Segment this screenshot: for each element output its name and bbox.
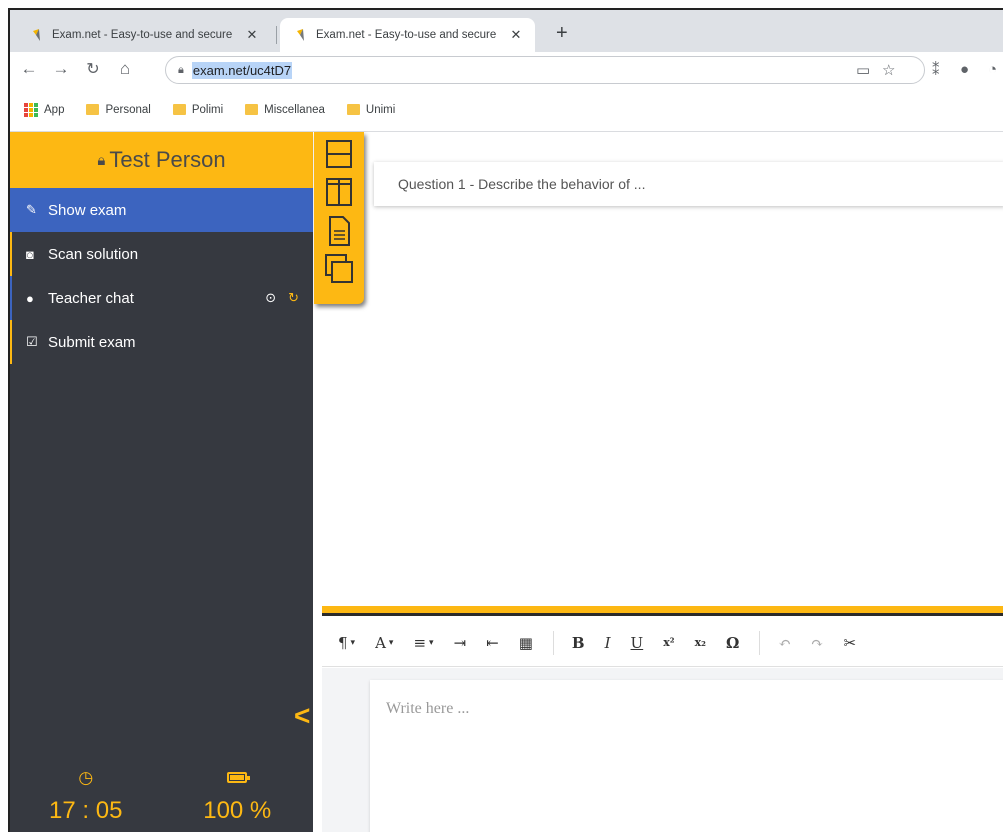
user-name: Test Person <box>109 147 226 172</box>
back-icon[interactable]: ← <box>18 59 40 79</box>
bookmark-unimi[interactable]: Unimi <box>339 104 395 116</box>
cut-icon[interactable]: ✂ <box>843 634 856 652</box>
refresh-icon[interactable]: ↻ <box>288 290 299 306</box>
align-icon[interactable]: ≡ ▾ <box>413 634 433 652</box>
split-vertical-icon[interactable] <box>322 176 356 210</box>
layout-toolbar <box>314 132 364 304</box>
browser-tab-2[interactable]: Exam.net - Easy-to-use and secure ✕ <box>280 18 535 52</box>
indent-icon[interactable]: ⇥ <box>454 634 467 652</box>
folder-icon <box>172 104 186 115</box>
subscript-icon[interactable]: x₂ <box>695 636 706 649</box>
sidebar-item-scan-solution[interactable]: ◙ Scan solution <box>10 232 313 276</box>
close-tab-icon[interactable]: ✕ <box>507 27 525 43</box>
paragraph-format-icon[interactable]: ¶ ▾ <box>338 634 355 652</box>
collapse-sidebar-icon[interactable]: < <box>294 700 310 732</box>
editor-placeholder: Write here ... <box>386 700 470 717</box>
dropbox-extension-icon[interactable]: ⁑ <box>932 61 940 79</box>
battery-level: 100 % <box>203 797 272 824</box>
extension-icon[interactable]: ● <box>960 61 969 78</box>
forward-icon[interactable]: → <box>50 59 72 79</box>
answer-editor[interactable]: Write here ... <box>370 680 1003 832</box>
extension-icon[interactable]: ◔ <box>988 61 997 78</box>
bookmark-label: Miscellanea <box>264 103 325 116</box>
bookmark-label: Polimi <box>191 103 224 116</box>
tab-separator <box>276 26 277 44</box>
close-tab-icon[interactable]: ✕ <box>243 27 261 43</box>
split-horizontal-icon[interactable] <box>322 138 356 172</box>
browser-tab-1[interactable]: Exam.net - Easy-to-use and secure ✕ <box>16 18 271 52</box>
overlay-windows-icon[interactable] <box>322 252 356 286</box>
tab-title: Exam.net - Easy-to-use and secure <box>52 29 233 41</box>
check-square-icon: ☑ <box>26 334 38 349</box>
address-bar[interactable]: 🔒︎ exam.net/uc4tD7 <box>165 56 925 84</box>
home-icon[interactable]: ⌂ <box>114 59 136 79</box>
lock-icon: 🔒︎ <box>178 63 184 76</box>
tab-title: Exam.net - Easy-to-use and secure <box>316 29 497 41</box>
battery-icon <box>162 768 314 788</box>
bookmark-label: App <box>44 103 65 116</box>
folder-icon <box>86 104 100 115</box>
bookmark-label: Personal <box>105 103 151 116</box>
sidebar-item-teacher-chat[interactable]: ● Teacher chat ⊙ ↻ <box>10 276 313 320</box>
sidebar-item-label: Teacher chat <box>48 289 134 307</box>
question-header[interactable]: Question 1 - Describe the behavior of ..… <box>374 162 1003 206</box>
pane-resize-handle[interactable] <box>322 606 1003 616</box>
table-icon[interactable]: ▦ <box>519 634 533 652</box>
tab-strip: Exam.net - Easy-to-use and secure ✕ Exam… <box>10 10 1003 52</box>
question-title: Question 1 - Describe the behavior of ..… <box>398 176 646 192</box>
edit-icon: ✎ <box>26 202 37 217</box>
browser-toolbar: ← → ↻ ⌂ 🔒︎ exam.net/uc4tD7 ▭ ☆ ⁑ ● ◔ <box>10 52 1003 88</box>
lock-icon: 🔒︎ <box>97 151 106 169</box>
folder-icon <box>245 104 259 115</box>
clock-time: 17 : 05 <box>49 797 123 824</box>
italic-icon[interactable]: I <box>605 634 611 652</box>
bookmark-polimi[interactable]: Polimi <box>165 104 223 116</box>
sidebar-item-label: Submit exam <box>48 333 136 351</box>
url-text[interactable]: exam.net/uc4tD7 <box>191 61 293 79</box>
camera-icon: ◙ <box>26 246 34 262</box>
cast-icon[interactable]: ▭ <box>856 61 870 79</box>
clock-icon: ◷ <box>78 768 94 787</box>
superscript-icon[interactable]: x² <box>663 636 674 649</box>
redo-icon[interactable]: ↷ <box>811 634 824 652</box>
bookmark-personal[interactable]: Personal <box>78 103 151 116</box>
folder-icon <box>346 104 360 115</box>
outdent-icon[interactable]: ⇤ <box>486 634 499 652</box>
exam-sidebar: 🔒︎ Test Person ✎ Show exam ◙ Scan soluti… <box>10 132 313 832</box>
bookmarks-bar: App Personal Polimi Miscellanea Unimi <box>10 88 1003 132</box>
sidebar-item-show-exam[interactable]: ✎ Show exam <box>10 188 313 232</box>
reload-icon[interactable]: ↻ <box>82 59 104 79</box>
target-icon[interactable]: ⊙ <box>265 290 276 306</box>
sidebar-item-label: Show exam <box>48 201 127 219</box>
bookmark-star-icon[interactable]: ☆ <box>882 61 895 79</box>
undo-icon[interactable]: ↶ <box>778 634 791 652</box>
special-characters-icon[interactable]: Ω <box>726 634 739 652</box>
chat-icon: ● <box>26 290 34 306</box>
underline-icon[interactable]: U <box>631 634 644 652</box>
document-icon[interactable] <box>322 214 356 248</box>
new-tab-button[interactable]: + <box>556 22 568 45</box>
sidebar-item-submit-exam[interactable]: ☑ Submit exam <box>10 320 313 364</box>
apps-grid-icon <box>24 102 38 117</box>
user-header: 🔒︎ Test Person <box>10 132 313 188</box>
editor-toolbar: ¶ ▾ A ▾ ≡ ▾ ⇥ ⇤ ▦ B I U x² x₂ Ω ↶ ↷ ✂ <box>322 619 1003 667</box>
sidebar-item-label: Scan solution <box>48 245 139 263</box>
browser-window: Exam.net - Easy-to-use and secure ✕ Exam… <box>8 8 1003 832</box>
font-color-icon[interactable]: A ▾ <box>375 634 393 652</box>
bookmark-miscellanea[interactable]: Miscellanea <box>237 104 325 116</box>
exam-net-favicon-icon <box>33 29 40 41</box>
bold-icon[interactable]: B <box>572 634 585 652</box>
bookmark-apps[interactable]: App <box>24 102 65 117</box>
exam-net-favicon-icon <box>297 29 304 41</box>
bookmark-label: Unimi <box>365 103 396 116</box>
